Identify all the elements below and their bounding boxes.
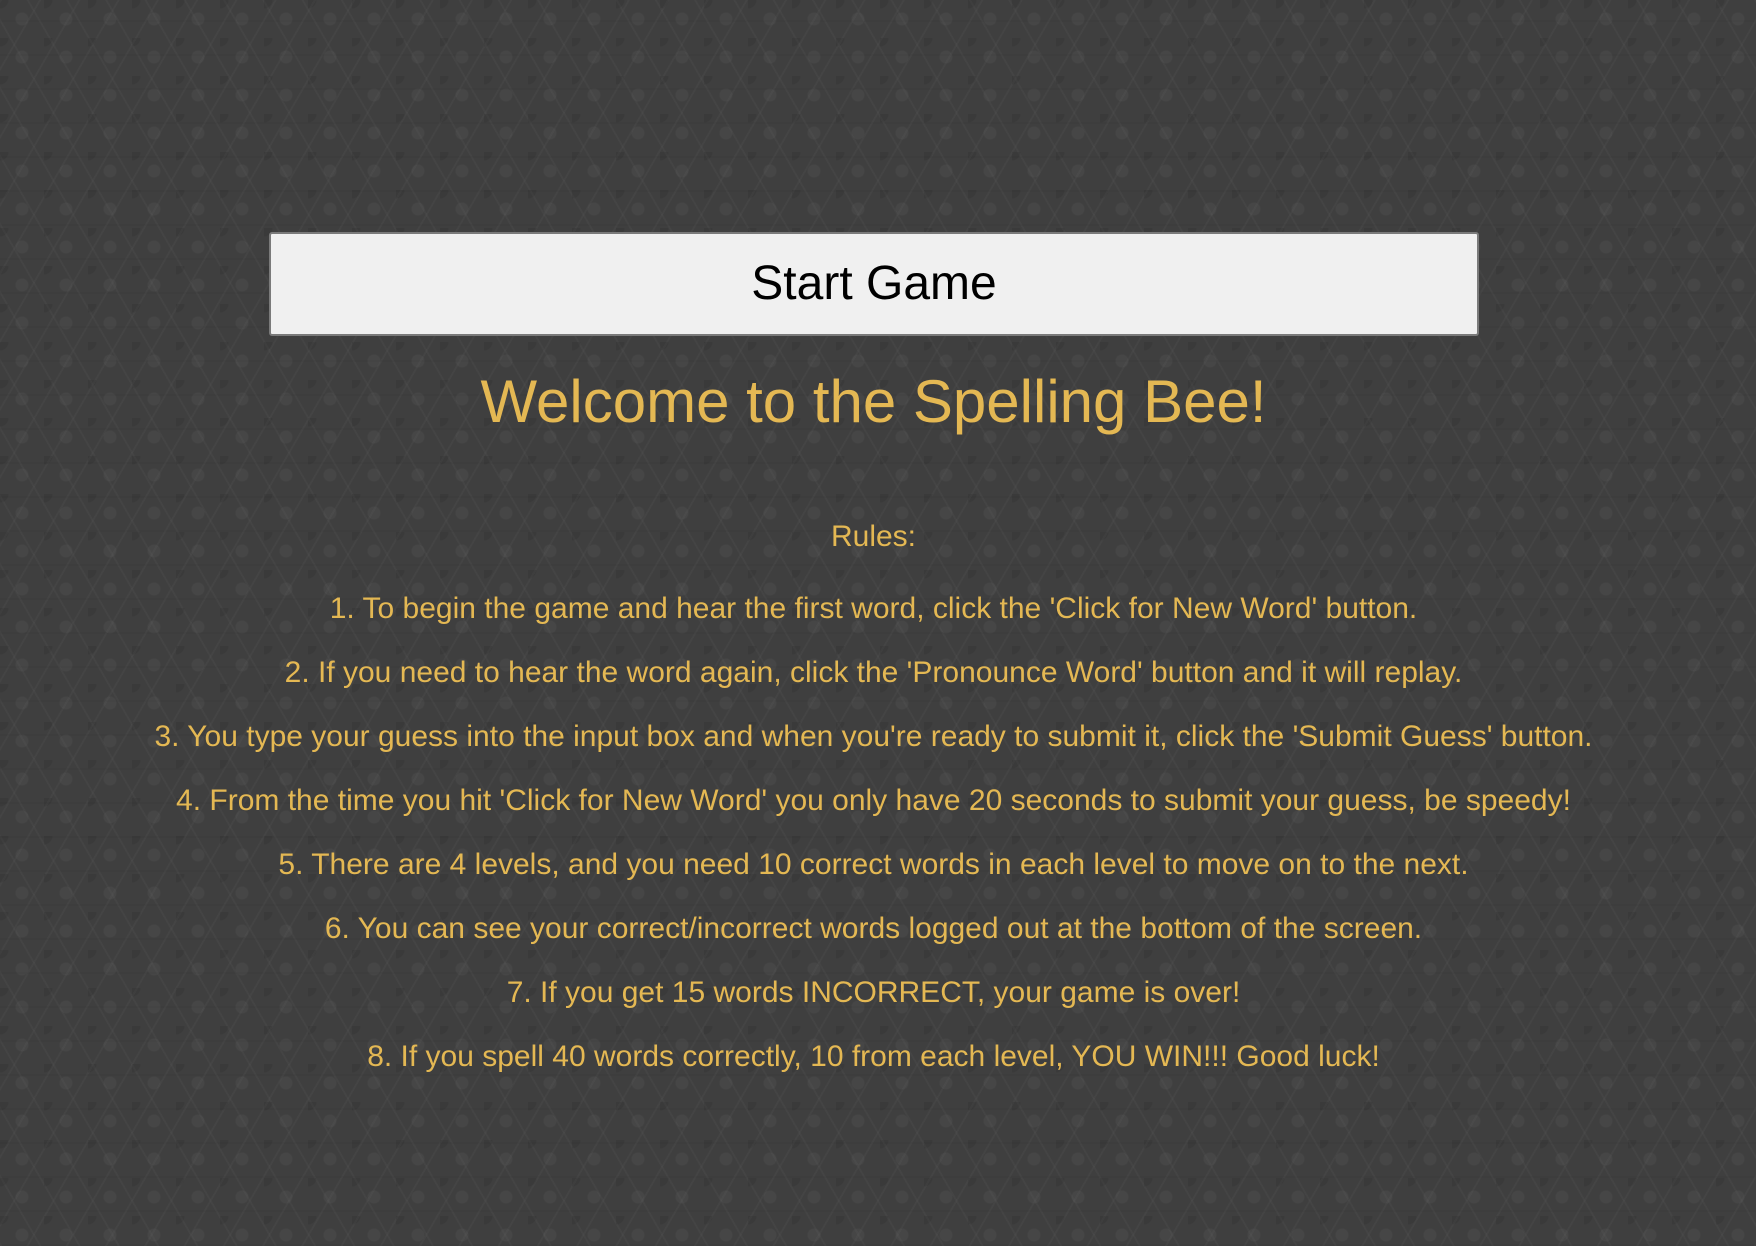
rule-item-2: 2. If you need to hear the word again, c… — [284, 656, 1463, 689]
rule-item-1: 1. To begin the game and hear the first … — [329, 592, 1418, 625]
rule-item-5: 5. There are 4 levels, and you need 10 c… — [278, 848, 1469, 881]
start-game-button[interactable]: Start Game — [269, 232, 1479, 336]
rule-item-4: 4. From the time you hit 'Click for New … — [176, 784, 1571, 817]
rules-section: Rules: 1. To begin the game and hear the… — [0, 513, 1747, 1089]
rule-item-6: 6. You can see your correct/incorrect wo… — [324, 912, 1423, 945]
rule-item-7: 7. If you get 15 words INCORRECT, your g… — [506, 976, 1241, 1009]
rule-item-3: 3. You type your guess into the input bo… — [154, 720, 1593, 753]
welcome-title: Welcome to the Spelling Bee! — [480, 368, 1267, 435]
rule-item-8: 8. If you spell 40 words correctly, 10 f… — [367, 1040, 1380, 1073]
rules-heading: Rules: — [830, 520, 917, 553]
